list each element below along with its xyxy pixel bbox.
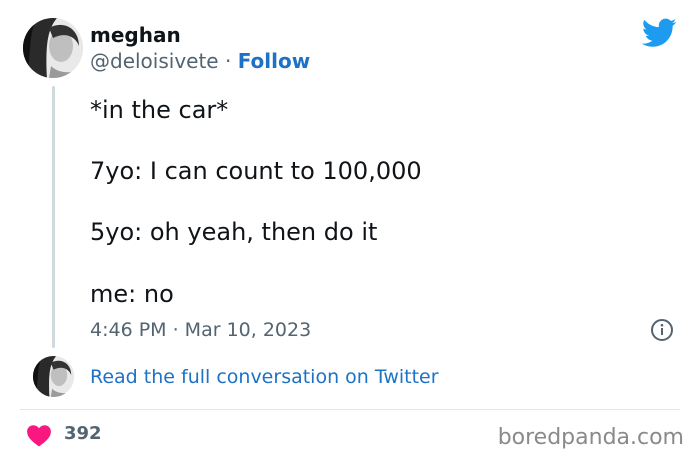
like-count: 392 <box>64 423 102 444</box>
reply-avatar <box>33 356 74 397</box>
tweet-line: *in the car* <box>90 96 229 124</box>
twitter-bird-icon[interactable] <box>642 18 677 48</box>
heart-icon[interactable] <box>26 423 52 447</box>
author-avatar[interactable] <box>23 18 83 78</box>
info-icon[interactable] <box>650 318 674 342</box>
display-name[interactable]: meghan <box>90 23 181 47</box>
follow-button[interactable]: Follow <box>238 49 311 73</box>
watermark: boredpanda.com <box>497 425 684 450</box>
reply-avatar-image <box>33 356 74 397</box>
tweet-line: 7yo: I can count to 100,000 <box>90 157 422 185</box>
tweet-line: 5yo: oh yeah, then do it <box>90 218 378 246</box>
read-conversation-link[interactable]: Read the full conversation on Twitter <box>90 365 439 389</box>
author-handle[interactable]: @deloisivete <box>90 49 219 73</box>
thread-line <box>52 86 55 348</box>
divider <box>20 409 680 410</box>
handle-separator: · <box>218 49 238 73</box>
tweet-line: me: no <box>90 280 174 308</box>
tweet-timestamp[interactable]: 4:46 PM · Mar 10, 2023 <box>90 318 311 342</box>
author-handle-row: @deloisivete · Follow <box>90 49 310 73</box>
author-avatar-image <box>23 18 83 78</box>
